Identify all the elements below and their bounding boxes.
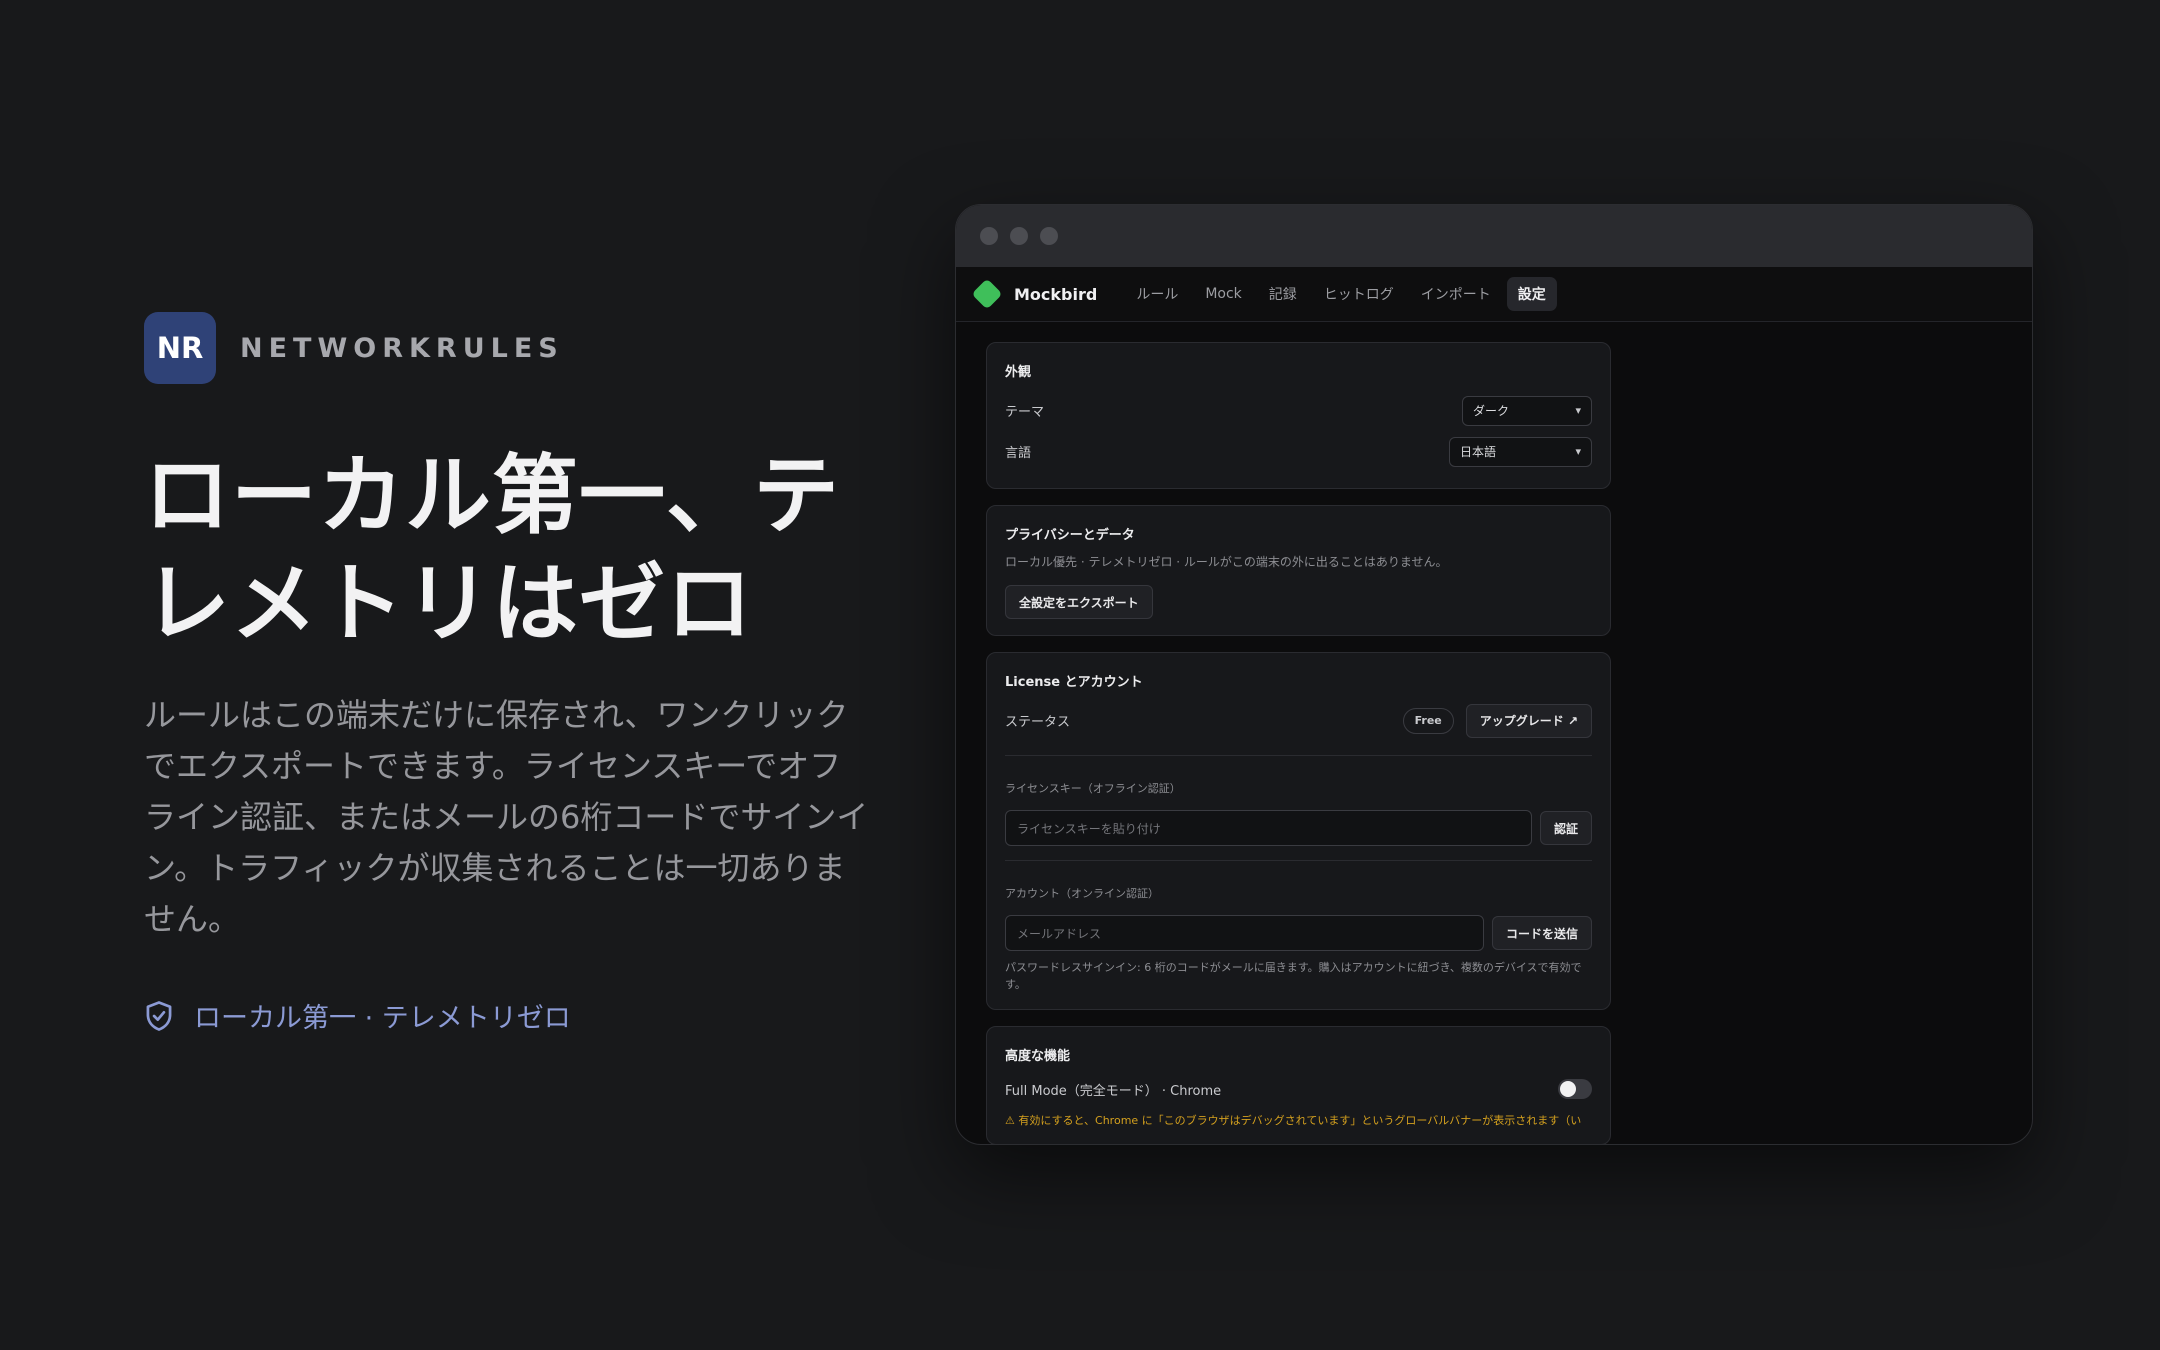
full-mode-row: Full Mode（完全モード） · Chrome (1005, 1074, 1592, 1104)
privacy-title: プライバシーとデータ (1005, 528, 1135, 543)
headline-line-2: レメトリはゼロ (144, 554, 753, 654)
appearance-title: 外観 (1005, 365, 1032, 380)
privacy-badge: ローカル第一 · テレメトリゼロ (144, 996, 571, 1035)
lede-line: ン。トラフィックが収集されることは一切ありま (144, 849, 846, 887)
window-minimize-dot[interactable] (1010, 227, 1028, 245)
privacy-description: ローカル優先 · テレメトリゼロ · ルールがこの端末の外に出ることはありません… (1005, 555, 1448, 569)
app-name: Mockbird (1014, 284, 1098, 304)
license-key-row: ライセンスキーを貼り付け 認証 (1005, 810, 1592, 846)
brand-logo: NR (144, 312, 216, 384)
privacy-badge-text: ローカル第一 · テレメトリゼロ (194, 1003, 571, 1034)
status-row: ステータス Free アップグレード ↗ (1005, 700, 1592, 741)
brand-name: NETWORKRULES (240, 332, 564, 364)
upgrade-button[interactable]: アップグレード ↗ (1465, 703, 1592, 738)
theme-label: テーマ (1005, 405, 1045, 420)
theme-row: テーマ ダーク ▾ (1005, 390, 1592, 431)
language-select-value: 日本語 (1460, 445, 1497, 459)
window-close-dot[interactable] (980, 227, 998, 245)
theme-select-value: ダーク (1473, 404, 1510, 418)
email-input[interactable]: メールアドレス (1005, 915, 1484, 951)
lede-paragraph: ルールはこの端末だけに保存され、ワンクリック でエクスポートできます。ライセンス… (144, 690, 900, 945)
license-card: License とアカウント ステータス Free アップグレード ↗ ライセン… (986, 652, 1611, 1010)
verify-button[interactable]: 認証 (1539, 811, 1592, 845)
tab-settings[interactable]: 設定 (1506, 277, 1557, 311)
send-code-button[interactable]: コードを送信 (1491, 916, 1592, 950)
lede-line: ルールはこの端末だけに保存され、ワンクリック (144, 696, 849, 734)
divider (1005, 755, 1592, 756)
lede-line: せん。 (144, 900, 241, 938)
lede-line: でエクスポートできます。ライセンスキーでオフ (144, 747, 842, 785)
status-label: ステータス (1005, 715, 1071, 730)
license-key-label: ライセンスキー（オフライン認証） (1005, 782, 1181, 795)
language-row: 言語 日本語 ▾ (1005, 431, 1592, 472)
export-settings-button[interactable]: 全設定をエクスポート (1005, 585, 1153, 619)
shield-check-icon (146, 1000, 172, 1031)
signin-note: パスワードレスサインイン: 6 桁のコードがメールに届きます。購入はアカウントに… (1005, 959, 1592, 993)
signin-note-line: す。 (1005, 978, 1026, 991)
chevron-down-icon: ▾ (1575, 445, 1581, 458)
lede-line: ライン認証、またはメールの6桁コードでサインイ (144, 798, 869, 836)
full-mode-toggle[interactable] (1558, 1079, 1592, 1099)
language-label: 言語 (1005, 446, 1032, 461)
language-select[interactable]: 日本語 ▾ (1449, 436, 1592, 467)
full-mode-label: Full Mode（完全モード） · Chrome (1005, 1083, 1222, 1099)
tab-record[interactable]: 記録 (1258, 277, 1308, 311)
status-badge: Free (1402, 707, 1454, 734)
full-mode-warning: ⚠ 有効にすると、Chrome に「このブラウザはデバッグされています」というグ… (1005, 1114, 1582, 1127)
account-label: アカウント（オンライン認証） (1005, 887, 1159, 900)
license-title: License とアカウント (1005, 675, 1143, 690)
chevron-down-icon: ▾ (1575, 404, 1581, 417)
advanced-card: 高度な機能 Full Mode（完全モード） · Chrome ⚠ 有効にすると… (986, 1026, 1611, 1144)
appearance-card: 外観 テーマ ダーク ▾ 言語 日本語 ▾ (986, 342, 1611, 489)
window-titlebar (956, 205, 2032, 267)
tab-hit-log[interactable]: ヒットログ (1313, 277, 1405, 311)
window-maximize-dot[interactable] (1040, 227, 1058, 245)
divider (1005, 860, 1592, 861)
theme-select[interactable]: ダーク ▾ (1462, 395, 1592, 426)
privacy-card: プライバシーとデータ ローカル優先 · テレメトリゼロ · ルールがこの端末の外… (986, 505, 1611, 636)
license-key-input[interactable]: ライセンスキーを貼り付け (1005, 810, 1532, 846)
headline-line-1: ローカル第一、テ (144, 446, 840, 546)
advanced-title: 高度な機能 (1005, 1049, 1071, 1064)
tab-mock[interactable]: Mock (1194, 279, 1252, 309)
toggle-knob (1560, 1081, 1576, 1097)
headline: ローカル第一、テ レメトリはゼロ (144, 442, 904, 658)
tab-rules[interactable]: ルール (1125, 277, 1189, 311)
email-row: メールアドレス コードを送信 (1005, 915, 1592, 951)
tab-import[interactable]: インポート (1410, 277, 1502, 311)
brand: NR NETWORKRULES (144, 312, 564, 384)
app-window: Mockbird ルール Mock 記録 ヒットログ インポート 設定 外観 テ… (955, 204, 2033, 1145)
app-nav-bar: Mockbird ルール Mock 記録 ヒットログ インポート 設定 (956, 267, 2032, 322)
settings-content: 外観 テーマ ダーク ▾ 言語 日本語 ▾ プライバシーとデータ ローカル優先 … (956, 322, 2032, 1144)
app-logo-icon (971, 278, 1003, 310)
signin-note-line: パスワードレスサインイン: 6 桁のコードがメールに届きます。購入はアカウントに… (1005, 961, 1582, 974)
